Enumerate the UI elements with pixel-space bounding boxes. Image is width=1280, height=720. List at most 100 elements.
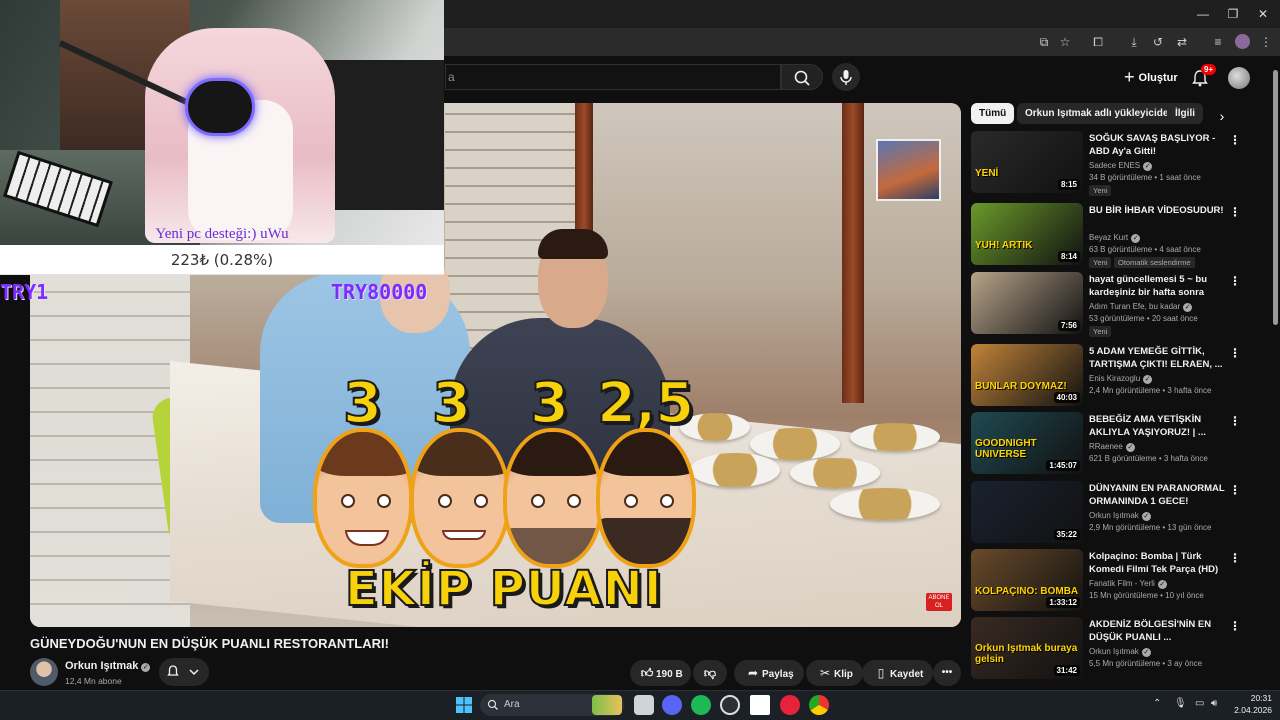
bell-icon: [167, 665, 199, 676]
thumbs-up-icon: 👍︎: [640, 666, 654, 680]
recommended-video[interactable]: 35:22 DÜNYANIN EN PARANORMAL ORMANINDA 1 …: [971, 481, 1267, 543]
recommended-video-meta: 53 görüntüleme • 20 saat önce: [1089, 314, 1198, 323]
browser-menu-icon[interactable]: ⋮: [1258, 34, 1274, 50]
recommended-channel-name[interactable]: Adım Turan Efe, bu kadar ✓: [1089, 302, 1193, 312]
video-scene-plate: [850, 423, 940, 451]
steam-icon[interactable]: [720, 695, 740, 715]
maximize-icon[interactable]: ❐: [1218, 4, 1248, 24]
search-highlight-icon[interactable]: [592, 695, 622, 715]
tray-overflow-icon[interactable]: ⌃: [1153, 698, 1161, 709]
recommended-channel-name[interactable]: Orkun Işıtmak ✓: [1089, 647, 1151, 657]
recommended-video-title[interactable]: DÜNYANIN EN PARANORMAL ORMANINDA 1 GECE!: [1089, 482, 1229, 508]
thumbnail-text: GOODNIGHT UNIVERSE: [975, 438, 1037, 460]
chip-from-uploader[interactable]: Orkun Işıtmak adlı yükleyiciden: [1017, 103, 1183, 124]
history-icon[interactable]: ↺: [1150, 34, 1166, 50]
translate-icon[interactable]: ⇄: [1174, 34, 1190, 50]
auto-dubbed-badge: Otomatik seslendirme: [1114, 257, 1195, 268]
microphone-tray-icon[interactable]: 🎙︎: [1174, 698, 1187, 709]
recommended-video[interactable]: BUNLAR DOYMAZ! 40:03 5 ADAM YEMEĞE GİTTİK,…: [971, 344, 1267, 406]
video-duration: 35:22: [1053, 529, 1080, 540]
cast-icon[interactable]: ⧉: [1036, 34, 1052, 50]
bookmark-star-icon[interactable]: ☆: [1057, 34, 1073, 50]
kebab-menu-icon[interactable]: ⋮: [1229, 619, 1241, 633]
create-button[interactable]: + Oluştur: [1116, 65, 1186, 89]
subscription-bell-button[interactable]: [159, 658, 209, 686]
windows-start-icon[interactable]: [454, 695, 474, 715]
video-thumbnail[interactable]: BUNLAR DOYMAZ! 40:03: [971, 344, 1083, 406]
recommended-channel-name[interactable]: Sadece ENES ✓: [1089, 161, 1153, 171]
volume-icon[interactable]: 🔊︎: [1211, 698, 1217, 709]
recommended-video-title[interactable]: SOĞUK SAVAŞ BAŞLIYOR - ABD Ay'a Gitti!: [1089, 132, 1229, 158]
video-thumbnail[interactable]: YENİ 8:15: [971, 131, 1083, 193]
recommended-video-meta: 15 Mn görüntüleme • 10 yıl önce: [1089, 591, 1204, 600]
taskbar-clock[interactable]: 20:31 2.04.2026: [1230, 692, 1272, 716]
chip-all[interactable]: Tümü: [971, 103, 1015, 124]
subscribe-watermark[interactable]: ABONE OL: [926, 593, 952, 611]
channel-avatar[interactable]: [30, 658, 58, 686]
account-avatar[interactable]: [1228, 67, 1250, 89]
recommended-video[interactable]: YUH! ARTIK 8:14 BU BİR İHBAR VİDEOSUDUR! Be…: [971, 203, 1267, 268]
recommended-video[interactable]: 7:56 hayat güncellemesi 5 ~ bu kardeşiniz…: [971, 272, 1267, 337]
kebab-menu-icon[interactable]: ⋮: [1229, 205, 1241, 219]
video-thumbnail[interactable]: KOLPAÇINO: BOMBA 1:33:12: [971, 549, 1083, 611]
close-icon[interactable]: ✕: [1248, 4, 1278, 24]
download-icon[interactable]: ⤓: [1126, 34, 1142, 50]
dislike-button[interactable]: 👎︎: [693, 660, 727, 686]
recommended-video[interactable]: Orkun Işıtmak buraya gelsin 31:42 AKDENİZ …: [971, 617, 1267, 679]
cartoon-face: [503, 428, 603, 568]
recommended-channel-name[interactable]: Orkun Işıtmak ✓: [1089, 511, 1151, 521]
video-scene-hair: [538, 229, 608, 259]
kebab-menu-icon[interactable]: ⋮: [1229, 414, 1241, 428]
recommended-channel-name[interactable]: RRaenee ✓: [1089, 442, 1135, 452]
minimize-icon[interactable]: —: [1188, 4, 1218, 24]
search-input[interactable]: a: [445, 64, 781, 90]
voice-search-button[interactable]: [832, 63, 860, 91]
kebab-menu-icon[interactable]: ⋮: [1229, 551, 1241, 565]
like-button[interactable]: 👍︎ 190 B: [630, 660, 691, 686]
kebab-menu-icon[interactable]: ⋮: [1229, 346, 1241, 360]
more-actions-button[interactable]: •••: [933, 660, 961, 686]
display-tray-icon[interactable]: ▭: [1195, 698, 1204, 709]
kebab-menu-icon[interactable]: ⋮: [1229, 133, 1241, 147]
video-thumbnail[interactable]: 7:56: [971, 272, 1083, 334]
recommended-video-title[interactable]: BU BİR İHBAR VİDEOSUDUR!: [1089, 204, 1229, 217]
scissors-icon: ✂: [819, 666, 831, 680]
streamer-webcam: [0, 0, 444, 245]
video-thumbnail[interactable]: 35:22: [971, 481, 1083, 543]
recommended-channel-name[interactable]: Enis Kirazoglu ✓: [1089, 374, 1153, 384]
discord-icon[interactable]: [662, 695, 682, 715]
clip-button[interactable]: ✂ Klip: [806, 660, 863, 686]
recommended-video-title[interactable]: 5 ADAM YEMEĞE GİTTİK, TARTIŞMA ÇIKTI! EL…: [1089, 345, 1229, 371]
task-view-icon[interactable]: [634, 695, 654, 715]
search-button[interactable]: [781, 64, 823, 90]
channel-name[interactable]: Orkun Işıtmak ✓: [65, 660, 151, 672]
chevron-right-icon[interactable]: ›: [1214, 108, 1230, 124]
kebab-menu-icon[interactable]: ⋮: [1229, 274, 1241, 288]
chip-related[interactable]: İlgili: [1167, 103, 1203, 124]
save-button[interactable]: ▯ Kaydet: [862, 660, 934, 686]
scrollbar-thumb[interactable]: [1273, 70, 1278, 325]
spotify-icon[interactable]: [691, 695, 711, 715]
recommended-video-title[interactable]: BEBEĞİZ AMA YETİŞKİN AKLIYLA YAŞIYORUZ! …: [1089, 413, 1229, 439]
new-badge: Yeni: [1089, 257, 1112, 268]
reading-list-icon[interactable]: ≡: [1210, 34, 1226, 50]
browser-profile-icon[interactable]: [1235, 34, 1250, 49]
recommended-video-title[interactable]: hayat güncellemesi 5 ~ bu kardeşiniz bir…: [1089, 273, 1229, 299]
recommended-channel-name[interactable]: Fanatik Film - Yerli ✓: [1089, 579, 1167, 589]
recommended-video[interactable]: GOODNIGHT UNIVERSE 1:45:07 BEBEĞİZ AMA YET…: [971, 412, 1267, 474]
recommended-video-title[interactable]: Kolpaçino: Bomba | Türk Komedi Filmi Tek…: [1089, 550, 1229, 576]
recommended-video-title[interactable]: AKDENİZ BÖLGESİ'NİN EN DÜŞÜK PUANLI ...: [1089, 618, 1229, 644]
chrome-icon[interactable]: [809, 695, 829, 715]
share-button[interactable]: ➦ Paylaş: [734, 660, 804, 686]
file-icon[interactable]: [750, 695, 770, 715]
extensions-icon[interactable]: ⧠: [1090, 34, 1106, 50]
kebab-menu-icon[interactable]: ⋮: [1229, 483, 1241, 497]
recommended-video[interactable]: KOLPAÇINO: BOMBA 1:33:12 Kolpaçino: Bomba …: [971, 549, 1267, 611]
video-thumbnail[interactable]: Orkun Işıtmak buraya gelsin 31:42: [971, 617, 1083, 679]
recommended-channel-name[interactable]: Beyaz Kurt ✓: [1089, 233, 1141, 243]
video-thumbnail[interactable]: YUH! ARTIK 8:14: [971, 203, 1083, 265]
thumbs-down-icon: 👎︎: [703, 666, 717, 680]
recommended-video[interactable]: YENİ 8:15 SOĞUK SAVAŞ BAŞLIYOR - ABD Ay'a …: [971, 131, 1267, 196]
video-thumbnail[interactable]: GOODNIGHT UNIVERSE 1:45:07: [971, 412, 1083, 474]
music-app-icon[interactable]: [780, 695, 800, 715]
